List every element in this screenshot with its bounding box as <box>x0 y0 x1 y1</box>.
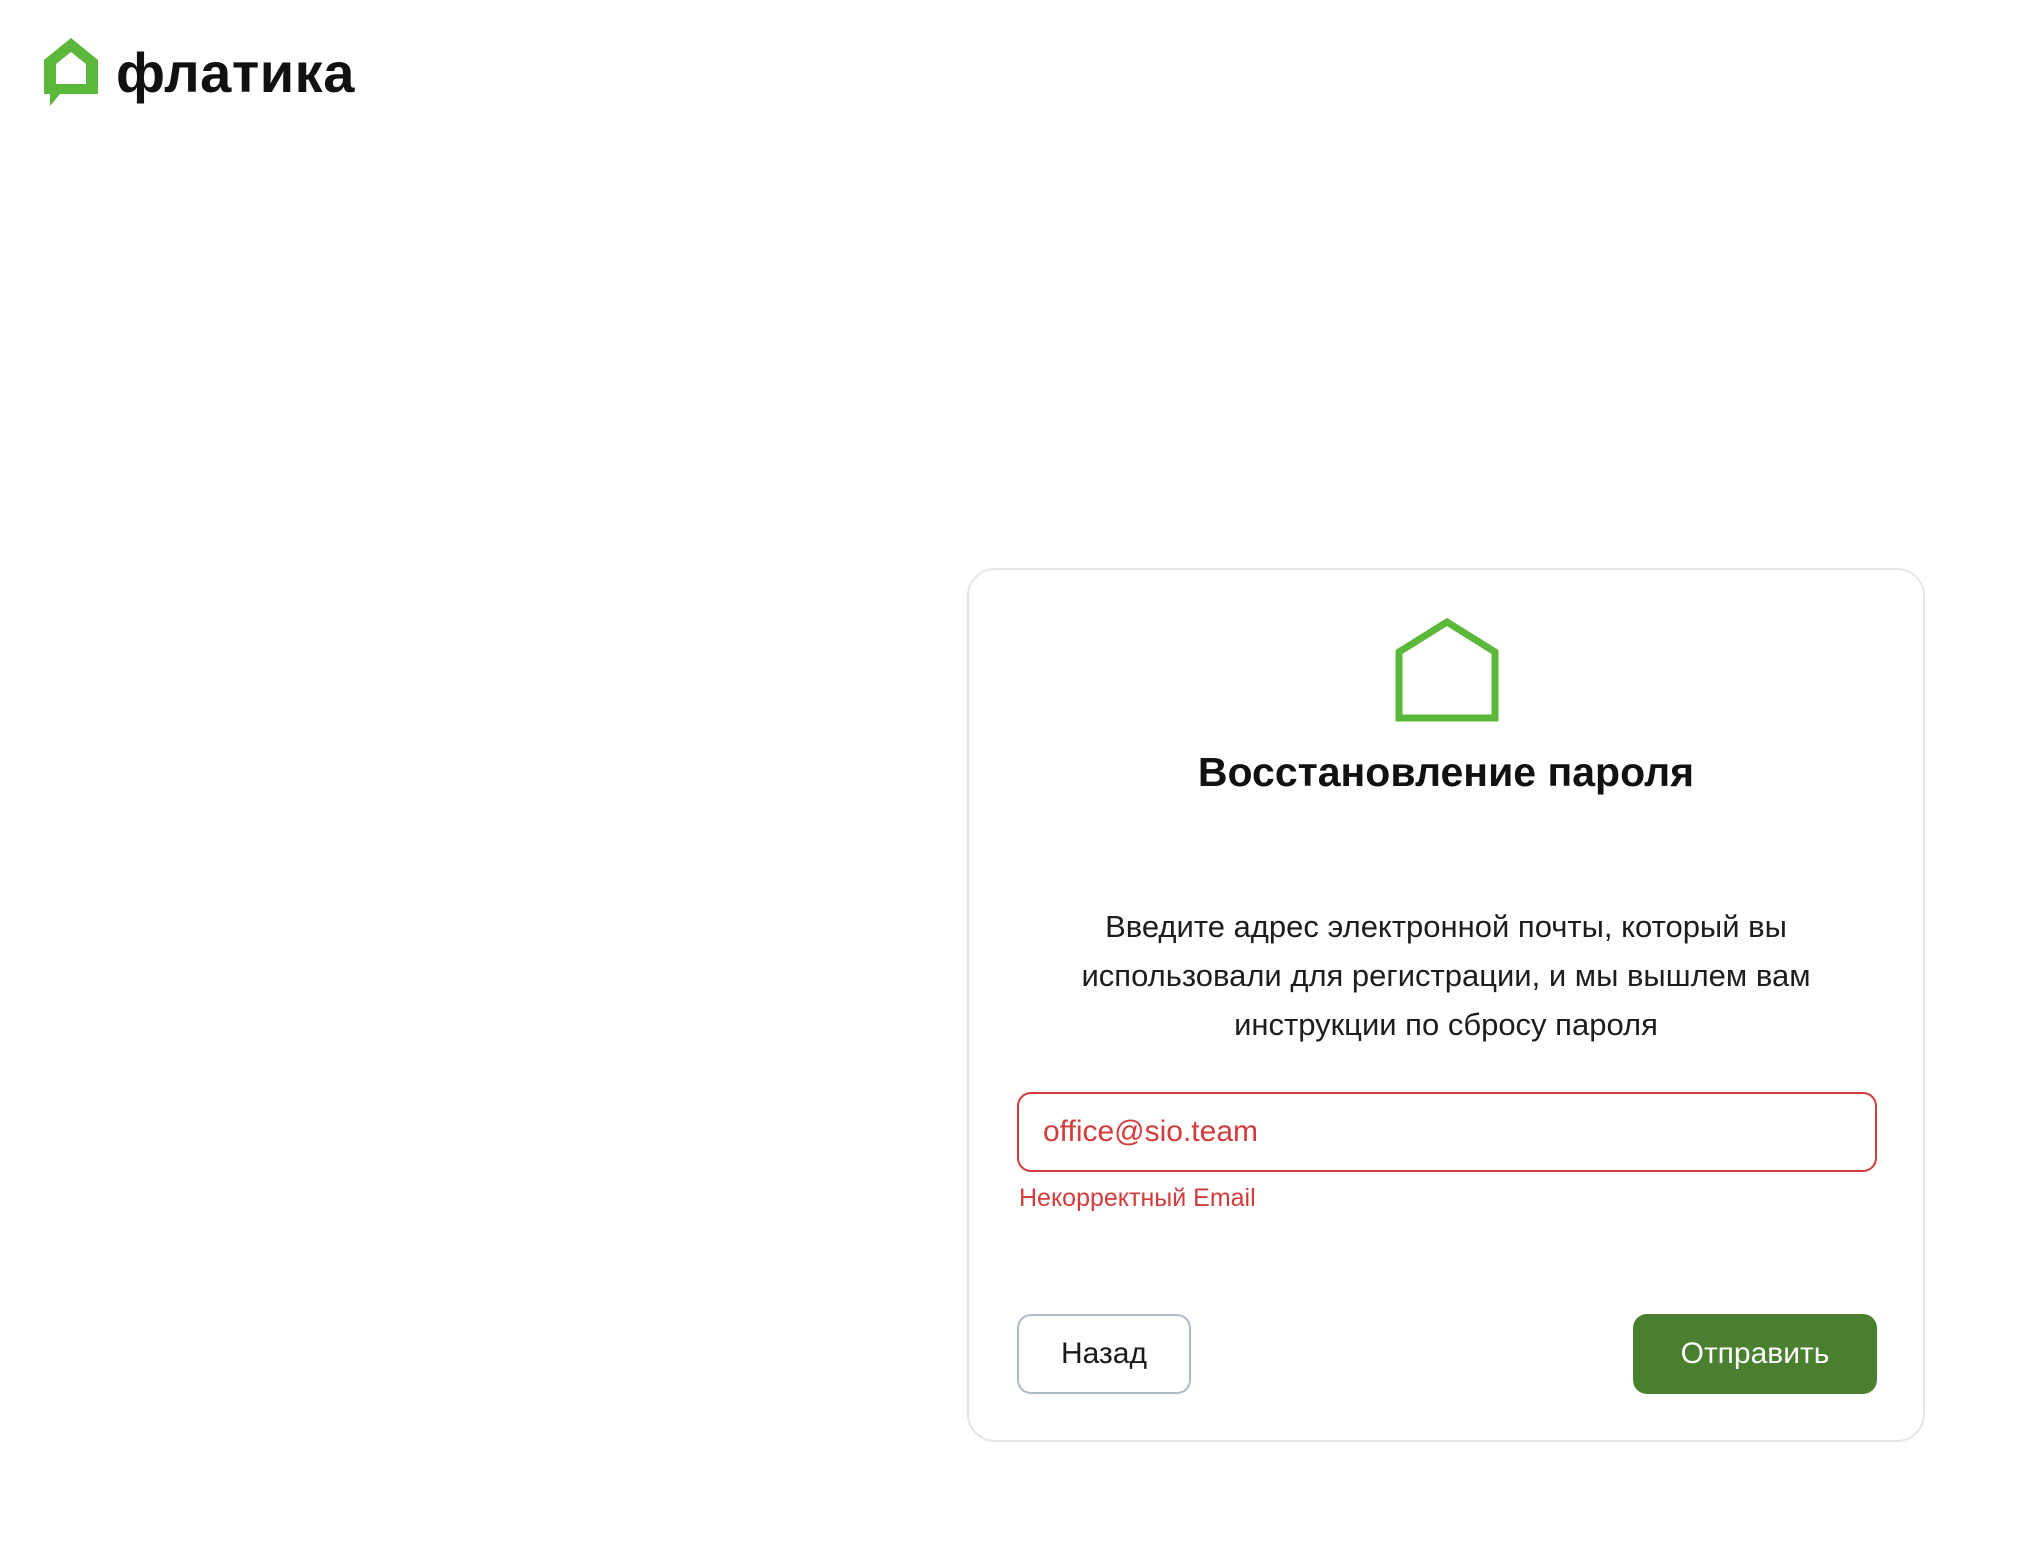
back-button[interactable]: Назад <box>1017 1314 1191 1394</box>
brand-logo[interactable]: флатика <box>40 36 355 110</box>
brand-name: флатика <box>116 41 355 104</box>
page-title: Восстановление пароля <box>1197 749 1695 795</box>
house-outline-icon <box>1395 618 1499 722</box>
password-recovery-page: флатика Восстановление пароля Введите ад… <box>0 0 2020 1552</box>
instructions-text: Введите адрес электронной почты, который… <box>1081 909 1811 1042</box>
password-recovery-card: Восстановление пароля Введите адрес элек… <box>967 568 1925 1442</box>
house-bubble-icon <box>44 38 98 106</box>
submit-button[interactable]: Отправить <box>1633 1314 1877 1394</box>
email-error-message: Некорректный Email <box>1019 1184 1256 1212</box>
email-field[interactable] <box>1017 1092 1877 1172</box>
